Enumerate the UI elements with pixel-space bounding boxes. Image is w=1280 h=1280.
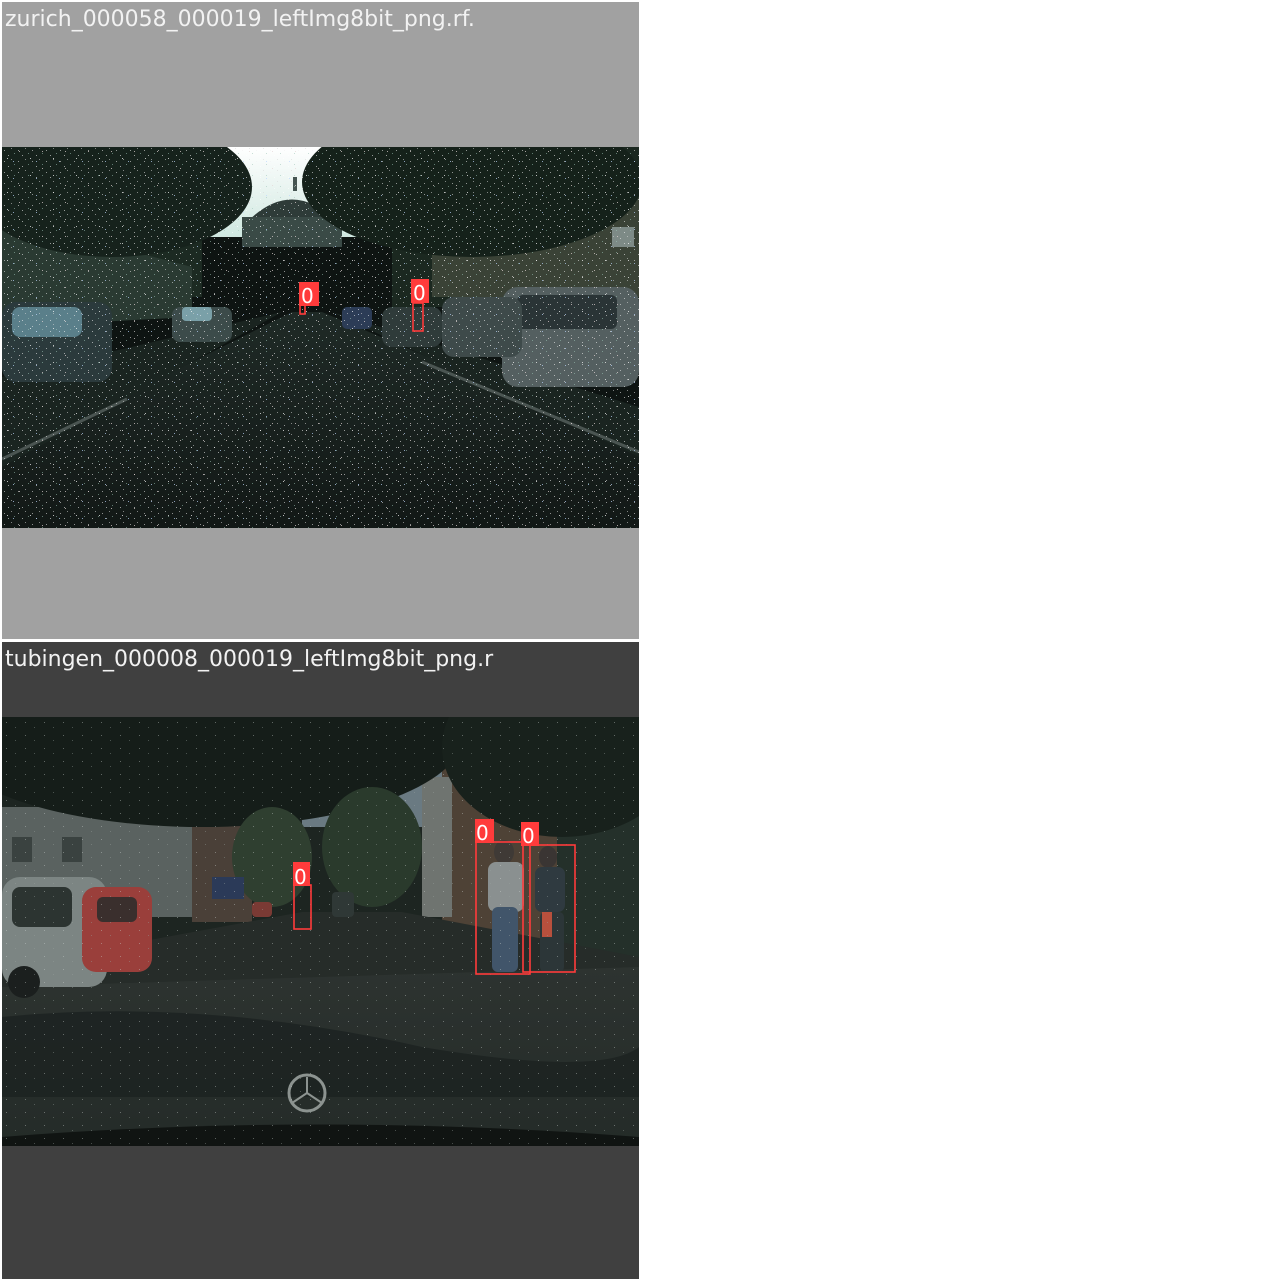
detection-label: 0 [476, 821, 489, 845]
image-tile-tubingen: tubingen_000008_000019_leftImg8bit_png.r [2, 642, 639, 1279]
image-tile-zurich: zurich_000058_000019_leftImg8bit_png.rf. [2, 2, 639, 639]
detection-label: 0 [413, 281, 426, 305]
detection-box: 0 [299, 282, 319, 315]
detection-label: 0 [301, 284, 314, 308]
detection-label: 0 [522, 824, 535, 848]
detection-box: 0 [411, 279, 429, 332]
detection-box: 0 [521, 822, 576, 973]
detection-layer: 0 0 [299, 279, 429, 332]
detection-layer: 0 0 0 [293, 819, 576, 975]
detection-box: 0 [293, 862, 312, 930]
tile-title: zurich_000058_000019_leftImg8bit_png.rf. [5, 7, 475, 32]
detection-label: 0 [294, 865, 307, 889]
tile-title: tubingen_000008_000019_leftImg8bit_png.r [5, 647, 494, 672]
